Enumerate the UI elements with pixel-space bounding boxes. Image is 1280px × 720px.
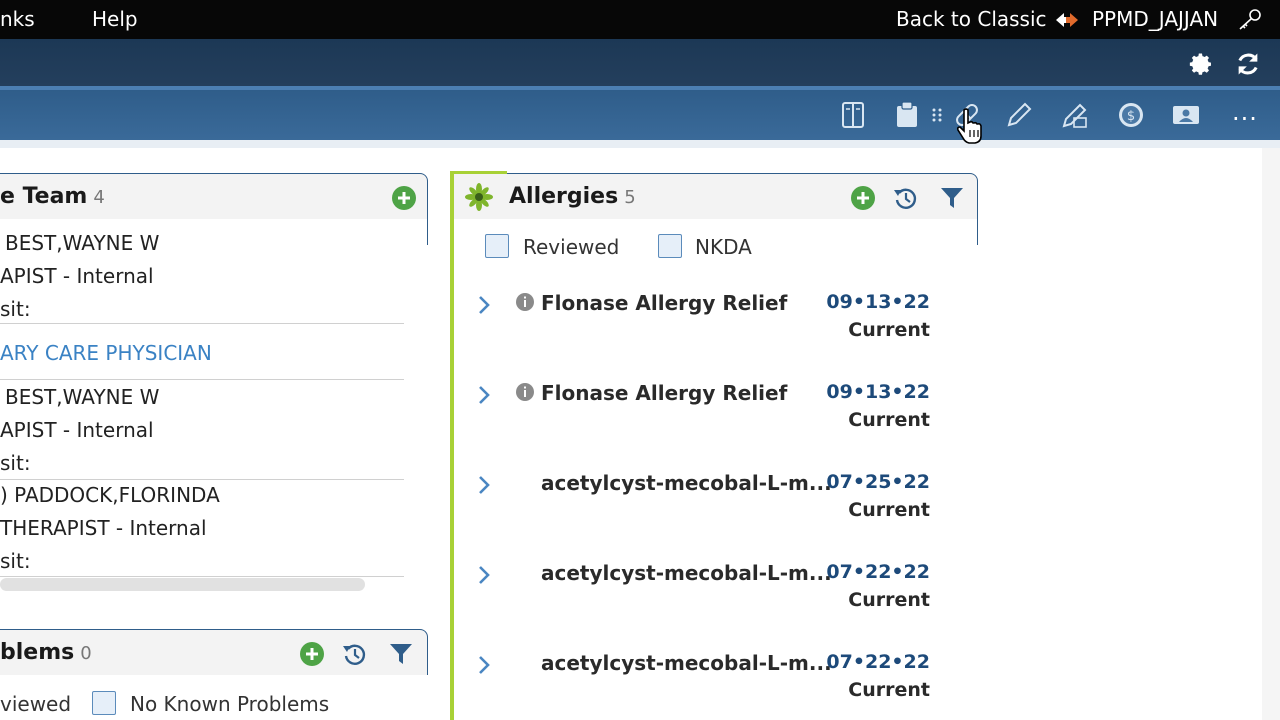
allergy-name: acetylcyst-mecobal-L-m... [541, 561, 832, 585]
add-icon[interactable] [391, 185, 417, 211]
allergy-row[interactable]: Flonase Allergy Relief 09•13•22 Current [470, 381, 960, 461]
primary-care-physician-link[interactable]: ARY CARE PHYSICIAN [0, 341, 212, 365]
history-icon[interactable] [892, 184, 920, 212]
care-team-member-role: THERAPIST - Internal [0, 516, 207, 540]
divider [0, 479, 404, 480]
clipboard-icon[interactable] [892, 100, 922, 130]
pencil-edit-icon[interactable] [1060, 100, 1090, 130]
divider [0, 576, 404, 577]
chevron-right-icon[interactable] [475, 474, 493, 496]
horizontal-scrollbar[interactable] [0, 578, 365, 591]
care-team-visit-label: sit: [0, 549, 31, 573]
more-options-button[interactable]: ... [1232, 98, 1258, 126]
history-icon[interactable] [341, 640, 369, 668]
problems-panel: blems 0 viewed No Known Problems [0, 629, 428, 720]
chevron-right-icon[interactable] [475, 564, 493, 586]
top-menu-bar: nks Help Back to Classic PPMD_JAJJAN [0, 0, 1280, 39]
hand-cursor-icon [956, 108, 982, 144]
chevron-right-icon[interactable] [475, 294, 493, 316]
problems-title: blems 0 [0, 640, 92, 665]
dollar-icon[interactable]: $ [1116, 100, 1146, 130]
filter-icon[interactable] [388, 641, 414, 667]
allergies-header: Allergies 5 [450, 173, 978, 219]
allergy-row[interactable]: acetylcyst-mecobal-L-m... 07•22•22 Curre… [470, 561, 960, 641]
allergy-row[interactable]: acetylcyst-mecobal-L-m... 07•25•22 Curre… [470, 471, 960, 551]
allergy-name: Flonase Allergy Relief [541, 291, 788, 315]
divider [0, 379, 404, 380]
care-team-member-role: APIST - Internal [0, 418, 154, 442]
allergy-name: Flonase Allergy Relief [541, 381, 788, 405]
no-known-problems-label: No Known Problems [130, 692, 330, 716]
add-icon[interactable] [299, 641, 325, 667]
vertical-scrollbar[interactable] [1262, 148, 1280, 720]
problems-reviewed-label: viewed [0, 692, 72, 716]
care-team-member-name[interactable]: ) PADDOCK,FLORINDA [0, 483, 220, 507]
care-team-member-role: APIST - Internal [0, 264, 154, 288]
reviewed-label: Reviewed [523, 235, 620, 259]
refresh-icon[interactable] [1234, 50, 1262, 78]
care-team-visit-label: sit: [0, 297, 31, 321]
allergy-row[interactable]: acetylcyst-mecobal-L-m... 07•22•22 Curre… [470, 651, 960, 720]
panel-border [427, 219, 428, 245]
divider [0, 323, 404, 324]
allergy-status: Current [848, 679, 930, 701]
allergy-date: 07•22•22 [826, 561, 930, 583]
allergy-status: Current [848, 589, 930, 611]
allergies-count: 5 [624, 187, 636, 208]
allergy-date: 09•13•22 [826, 291, 930, 313]
care-team-member-name[interactable]: BEST,WAYNE W [5, 385, 159, 409]
menu-links[interactable]: nks [0, 7, 35, 31]
care-team-member-name[interactable]: BEST,WAYNE W [5, 231, 159, 255]
key-icon[interactable] [1236, 8, 1262, 32]
chevron-right-icon[interactable] [475, 654, 493, 676]
add-icon[interactable] [850, 185, 876, 211]
id-card-icon[interactable] [1171, 100, 1201, 130]
swap-arrows-icon[interactable] [1054, 9, 1080, 31]
info-icon[interactable] [515, 382, 535, 402]
nkda-checkbox[interactable] [658, 234, 682, 258]
allergy-date: 07•25•22 [826, 471, 930, 493]
care-team-panel: e Team 4 BEST,WAYNE W APIST - Internal si… [0, 173, 428, 613]
allergy-row[interactable]: Flonase Allergy Relief 09•13•22 Current [470, 291, 960, 371]
info-icon[interactable] [515, 292, 535, 312]
chevron-right-icon[interactable] [475, 384, 493, 406]
filter-icon[interactable] [939, 185, 965, 211]
care-team-visit-label: sit: [0, 451, 31, 475]
care-team-header: e Team 4 [0, 173, 428, 219]
gear-icon[interactable] [1186, 50, 1214, 78]
panel-accent-bar [450, 171, 454, 720]
care-team-count: 4 [93, 187, 105, 208]
app-header-bar [0, 39, 1280, 86]
problems-header: blems 0 [0, 629, 428, 675]
allergy-name: acetylcyst-mecobal-L-m... [541, 651, 832, 675]
drag-handle-icon[interactable] [930, 100, 946, 130]
allergy-status: Current [848, 409, 930, 431]
allergy-flower-icon [465, 183, 493, 211]
svg-text:$: $ [1127, 109, 1135, 124]
care-team-title: e Team 4 [0, 184, 105, 209]
nkda-label: NKDA [695, 235, 752, 259]
menu-help[interactable]: Help [92, 7, 138, 31]
allergy-status: Current [848, 319, 930, 341]
problems-count: 0 [80, 643, 92, 664]
allergy-name: acetylcyst-mecobal-L-m... [541, 471, 832, 495]
allergy-date: 09•13•22 [826, 381, 930, 403]
username-label[interactable]: PPMD_JAJJAN [1092, 7, 1218, 31]
allergies-panel: Allergies 5 Reviewed NKDA Flonase Allergy… [450, 171, 978, 720]
reviewed-checkbox[interactable] [485, 234, 509, 258]
panel-border [977, 219, 978, 245]
notebook-icon[interactable] [838, 100, 868, 130]
patient-toolbar: $ ... [0, 86, 1280, 140]
no-known-problems-checkbox[interactable] [92, 691, 116, 715]
allergies-title: Allergies 5 [509, 184, 636, 209]
panel-accent-top [450, 171, 507, 174]
back-to-classic-link[interactable]: Back to Classic [896, 7, 1047, 31]
pencil-icon[interactable] [1004, 100, 1034, 130]
toolbar-shadow [0, 140, 1280, 148]
allergy-date: 07•22•22 [826, 651, 930, 673]
allergy-status: Current [848, 499, 930, 521]
